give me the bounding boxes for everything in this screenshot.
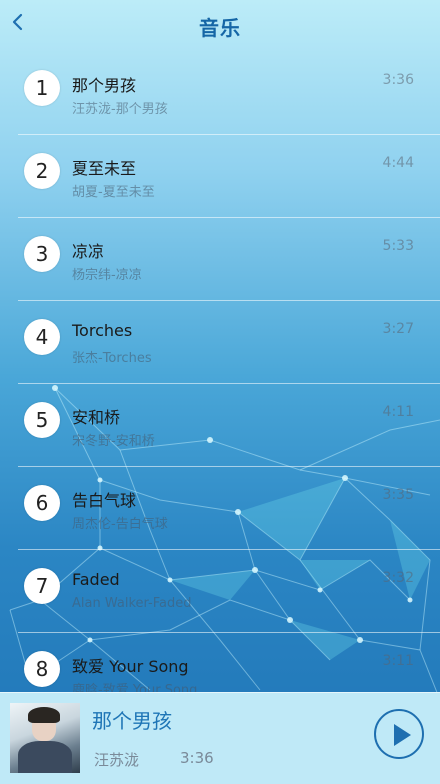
song-subtitle: 周杰伦-告白气球 xyxy=(72,517,168,532)
song-duration: 3:27 xyxy=(382,321,414,337)
song-index: 7 xyxy=(24,568,60,604)
song-name: Faded xyxy=(72,570,120,589)
song-subtitle: 张杰-Torches xyxy=(72,351,152,366)
song-row-6[interactable]: 6 告白气球 周杰伦-告白气球 3:35 xyxy=(0,467,440,550)
song-duration: 3:36 xyxy=(382,72,414,88)
song-index: 3 xyxy=(24,236,60,272)
song-name: 安和桥 xyxy=(72,408,121,427)
song-index: 6 xyxy=(24,485,60,521)
song-list: 1 那个男孩 汪苏泷-那个男孩 3:36 2 夏至未至 胡夏-夏至未至 4:44… xyxy=(0,52,440,716)
song-row-7[interactable]: 7 Faded Alan Walker-Faded 3:32 xyxy=(0,550,440,633)
song-index: 1 xyxy=(24,70,60,106)
play-button[interactable] xyxy=(374,709,424,759)
song-name: 凉凉 xyxy=(72,242,105,261)
song-subtitle: 胡夏-夏至未至 xyxy=(72,185,155,200)
song-row-4[interactable]: 4 Torches 张杰-Torches 3:27 xyxy=(0,301,440,384)
now-playing-time: 3:36 xyxy=(180,749,214,767)
song-duration: 4:44 xyxy=(382,155,414,171)
song-name: 告白气球 xyxy=(72,491,137,510)
song-duration: 5:33 xyxy=(382,238,414,254)
song-subtitle: Alan Walker-Faded xyxy=(72,596,192,611)
song-name: 致爱 Your Song xyxy=(72,657,189,676)
song-index: 8 xyxy=(24,651,60,687)
song-name: 那个男孩 xyxy=(72,76,137,95)
now-playing-title: 那个男孩 xyxy=(92,709,172,733)
song-index: 5 xyxy=(24,402,60,438)
song-index: 2 xyxy=(24,153,60,189)
now-playing-artist: 汪苏泷 xyxy=(94,751,140,769)
play-icon xyxy=(394,724,411,746)
song-subtitle: 宋冬野-安和桥 xyxy=(72,434,155,449)
album-cover[interactable] xyxy=(10,703,80,773)
song-duration: 4:11 xyxy=(382,404,414,420)
song-duration: 3:11 xyxy=(382,653,414,669)
song-subtitle: 杨宗纬-凉凉 xyxy=(72,268,142,283)
page-title: 音乐 xyxy=(199,16,241,40)
song-row-1[interactable]: 1 那个男孩 汪苏泷-那个男孩 3:36 xyxy=(0,52,440,135)
song-duration: 3:35 xyxy=(382,487,414,503)
song-name: 夏至未至 xyxy=(72,159,137,178)
song-duration: 3:32 xyxy=(382,570,414,586)
header: 音乐 xyxy=(0,0,440,52)
song-subtitle: 汪苏泷-那个男孩 xyxy=(72,102,168,117)
now-playing-bar[interactable]: 那个男孩 汪苏泷 3:36 xyxy=(0,692,440,784)
song-row-3[interactable]: 3 凉凉 杨宗纬-凉凉 5:33 xyxy=(0,218,440,301)
song-row-2[interactable]: 2 夏至未至 胡夏-夏至未至 4:44 xyxy=(0,135,440,218)
song-row-5[interactable]: 5 安和桥 宋冬野-安和桥 4:11 xyxy=(0,384,440,467)
song-name: Torches xyxy=(72,321,133,340)
song-index: 4 xyxy=(24,319,60,355)
